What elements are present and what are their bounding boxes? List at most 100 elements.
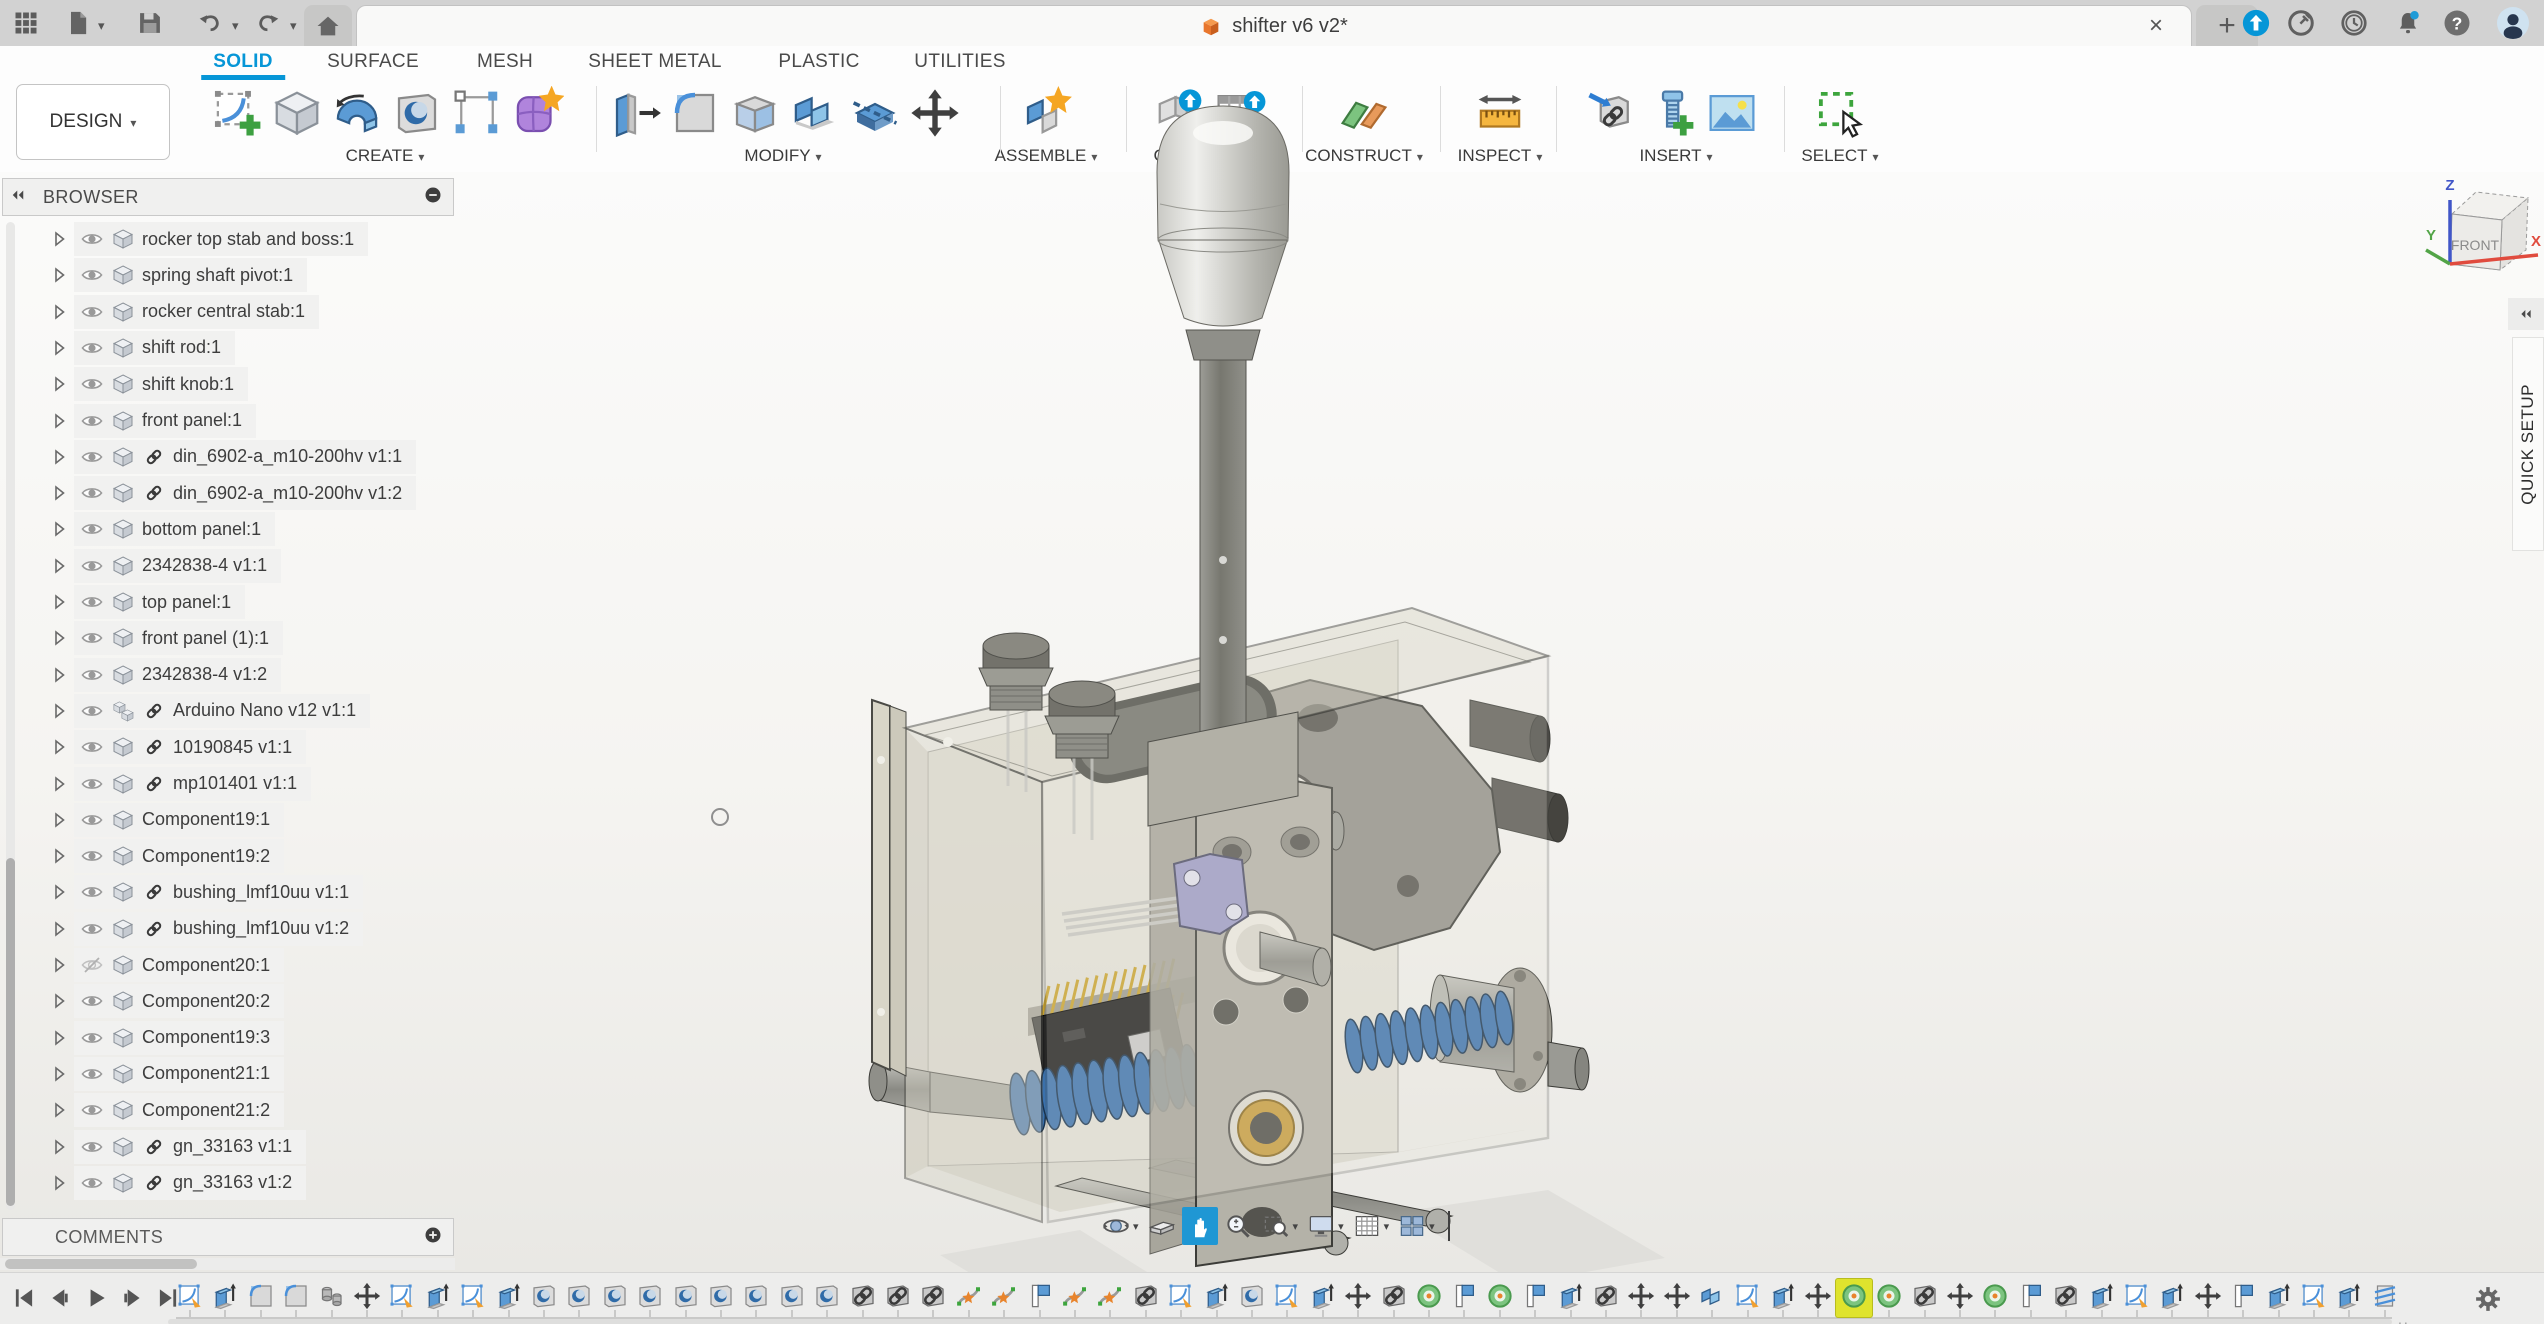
component-label[interactable]: din_6902-a_m10-200hv v1:2 bbox=[173, 483, 402, 504]
hole-button[interactable] bbox=[390, 86, 444, 140]
browser-item[interactable]: Component19:2 bbox=[46, 839, 284, 873]
browser-scrollbar-thumb[interactable] bbox=[6, 858, 15, 1206]
component-label[interactable]: Component19:1 bbox=[142, 809, 270, 830]
browser-item[interactable]: bottom panel:1 bbox=[46, 512, 275, 546]
close-document-icon[interactable]: × bbox=[2143, 13, 2169, 39]
visibility-eye-icon[interactable] bbox=[80, 554, 104, 578]
ribbon-group-label-construct[interactable]: CONSTRUCT bbox=[1305, 146, 1423, 166]
browser-item[interactable]: 2342838-4 v1:2 bbox=[46, 658, 281, 692]
insert-derive-button[interactable] bbox=[1585, 86, 1639, 140]
collapse-browser-icon[interactable] bbox=[3, 186, 33, 209]
user-avatar[interactable] bbox=[2497, 7, 2529, 39]
component-label[interactable]: Arduino Nano v12 v1:1 bbox=[173, 700, 356, 721]
zoom-button[interactable] bbox=[1220, 1207, 1256, 1245]
undo-icon[interactable] bbox=[196, 9, 224, 37]
timeline-op-joint-icon[interactable] bbox=[1060, 1281, 1090, 1311]
browser-item[interactable]: 2342838-4 v1:1 bbox=[46, 549, 281, 583]
browser-item[interactable]: spring shaft pivot:1 bbox=[46, 258, 307, 292]
extensions-icon[interactable] bbox=[2241, 8, 2271, 38]
timeline-op-move-icon[interactable] bbox=[352, 1281, 382, 1311]
expand-arrow-icon[interactable] bbox=[46, 1026, 72, 1050]
timeline-op-extrude-icon[interactable] bbox=[494, 1281, 524, 1311]
component-label[interactable]: Component19:2 bbox=[142, 846, 270, 867]
save-icon[interactable] bbox=[136, 9, 164, 37]
new-component-button[interactable] bbox=[1019, 86, 1073, 140]
browser-item[interactable]: top panel:1 bbox=[46, 585, 245, 619]
timeline-op-fillet-icon[interactable] bbox=[281, 1281, 311, 1311]
orbit-dropdown-caret[interactable]: ▾ bbox=[1133, 1220, 1139, 1233]
timeline-op-hole-icon[interactable] bbox=[600, 1281, 630, 1311]
component-label[interactable]: shift rod:1 bbox=[142, 337, 221, 358]
component-label[interactable]: mp101401 v1:1 bbox=[173, 773, 297, 794]
component-label[interactable]: 2342838-4 v1:2 bbox=[142, 664, 267, 685]
timeline-op-flag-icon[interactable] bbox=[2016, 1281, 2046, 1311]
workspace-selector[interactable]: DESIGN bbox=[16, 84, 170, 160]
ribbon-group-label-insert[interactable]: INSERT bbox=[1639, 146, 1712, 166]
browser-item[interactable]: gn_33163 v1:2 bbox=[46, 1166, 306, 1200]
visibility-eye-icon[interactable] bbox=[80, 336, 104, 360]
timeline-op-link-icon[interactable] bbox=[848, 1281, 878, 1311]
quick-setup-tab[interactable]: QUICK SETUP bbox=[2512, 337, 2544, 551]
timeline-op-move-icon[interactable] bbox=[1626, 1281, 1656, 1311]
select-button[interactable] bbox=[1813, 86, 1867, 140]
browser-item[interactable]: Component21:2 bbox=[46, 1093, 284, 1127]
grid-layout-dropdown-caret[interactable]: ▾ bbox=[1384, 1220, 1390, 1233]
component-label[interactable]: gn_33163 v1:2 bbox=[173, 1172, 292, 1193]
timeline-op-link-icon[interactable] bbox=[1910, 1281, 1940, 1311]
visibility-eye-off-icon[interactable] bbox=[80, 953, 104, 977]
ribbon-tab-solid[interactable]: SOLID bbox=[213, 46, 273, 78]
expand-arrow-icon[interactable] bbox=[46, 772, 72, 796]
timeline-op-flag-icon[interactable] bbox=[1520, 1281, 1550, 1311]
expand-arrow-icon[interactable] bbox=[46, 409, 72, 433]
display-settings-button[interactable]: ▾ bbox=[1303, 1207, 1347, 1245]
timeline-op-move-icon[interactable] bbox=[2193, 1281, 2223, 1311]
expand-arrow-icon[interactable] bbox=[46, 1135, 72, 1159]
component-label[interactable]: bottom panel:1 bbox=[142, 519, 261, 540]
browser-item[interactable]: 10190845 v1:1 bbox=[46, 730, 306, 764]
timeline-op-hole-icon[interactable] bbox=[812, 1281, 842, 1311]
expand-arrow-icon[interactable] bbox=[46, 1098, 72, 1122]
home-view-button[interactable] bbox=[304, 5, 352, 46]
timeline-op-move-icon[interactable] bbox=[1662, 1281, 1692, 1311]
visibility-eye-icon[interactable] bbox=[80, 227, 104, 251]
browser-item[interactable]: Component21:1 bbox=[46, 1057, 284, 1091]
visibility-eye-icon[interactable] bbox=[80, 808, 104, 832]
display-settings-dropdown-caret[interactable]: ▾ bbox=[1338, 1220, 1344, 1233]
timeline-op-flag-icon[interactable] bbox=[2228, 1281, 2258, 1311]
timeline-op-jointG-icon[interactable] bbox=[1485, 1281, 1515, 1311]
measure-button[interactable] bbox=[1473, 86, 1527, 140]
timeline-op-link-icon[interactable] bbox=[2051, 1281, 2081, 1311]
expand-arrow-icon[interactable] bbox=[46, 1062, 72, 1086]
timeline-op-hole-icon[interactable] bbox=[635, 1281, 665, 1311]
press-pull-button[interactable] bbox=[608, 86, 662, 140]
timeline-op-link-icon[interactable] bbox=[1379, 1281, 1409, 1311]
expand-arrow-icon[interactable] bbox=[46, 953, 72, 977]
timeline-op-pattern-icon[interactable] bbox=[317, 1281, 347, 1311]
offset-plane-button[interactable] bbox=[1337, 86, 1391, 140]
visibility-eye-icon[interactable] bbox=[80, 372, 104, 396]
component-label[interactable]: front panel (1):1 bbox=[142, 628, 269, 649]
browser-horizontal-scrollbar[interactable] bbox=[0, 1258, 455, 1270]
expand-arrow-icon[interactable] bbox=[46, 917, 72, 941]
visibility-eye-icon[interactable] bbox=[80, 880, 104, 904]
browser-item[interactable]: gn_33163 v1:1 bbox=[46, 1130, 306, 1164]
browser-item[interactable]: Component20:2 bbox=[46, 984, 284, 1018]
ribbon-group-label-create[interactable]: CREATE bbox=[346, 146, 425, 166]
timeline-op-move-icon[interactable] bbox=[1803, 1281, 1833, 1311]
browser-item[interactable]: bushing_lmf10uu v1:1 bbox=[46, 875, 363, 909]
ribbon-group-label-inspect[interactable]: INSPECT bbox=[1458, 146, 1543, 166]
visibility-eye-icon[interactable] bbox=[80, 1171, 104, 1195]
expand-arrow-icon[interactable] bbox=[46, 1171, 72, 1195]
job-status-icon[interactable] bbox=[2286, 8, 2316, 38]
visibility-eye-icon[interactable] bbox=[80, 989, 104, 1013]
expand-arrow-icon[interactable] bbox=[46, 808, 72, 832]
component-label[interactable]: top panel:1 bbox=[142, 592, 231, 613]
browser-item[interactable]: shift knob:1 bbox=[46, 367, 248, 401]
timeline-op-sketch-icon[interactable] bbox=[175, 1281, 205, 1311]
timeline-op-flag-icon[interactable] bbox=[1449, 1281, 1479, 1311]
timeline-op-hole-icon[interactable] bbox=[741, 1281, 771, 1311]
ribbon-group-label-configure[interactable]: CONFIGURE bbox=[1153, 146, 1266, 166]
browser-item[interactable]: bushing_lmf10uu v1:2 bbox=[46, 912, 363, 946]
look-at-button[interactable] bbox=[1144, 1207, 1180, 1245]
timeline-op-jointG-icon[interactable] bbox=[1980, 1281, 2010, 1311]
